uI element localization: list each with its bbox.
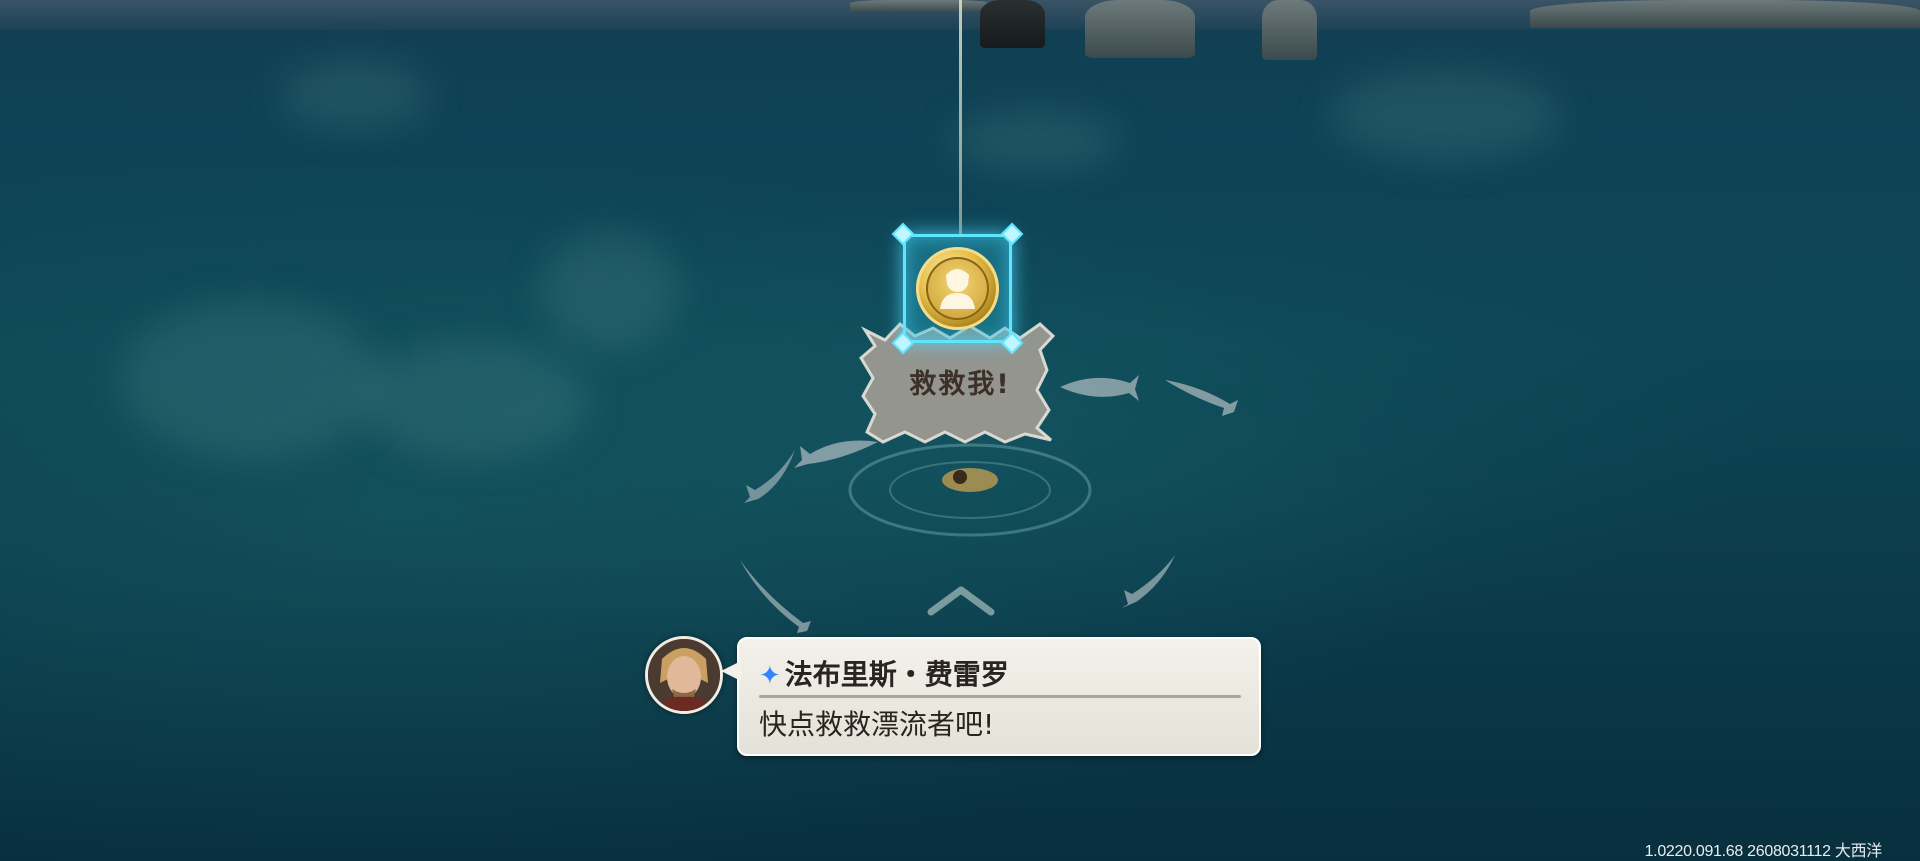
chevron-up-icon[interactable] [925,582,997,618]
dialogue-divider [759,695,1241,698]
sea-stack-rock [1262,0,1317,60]
distant-island [1530,0,1920,28]
sea-stack-rock [1085,0,1195,58]
shark [1122,555,1175,608]
shallow-reef [280,60,430,130]
survivor-portrait-icon [916,247,999,330]
sunken-ship [980,0,1045,48]
speaker-name-text: 法布里斯・费雷罗 [784,658,1009,691]
dialogue-box[interactable]: ✦ 法布里斯・费雷罗 快点救救漂流者吧! [721,637,1261,756]
shark [744,450,795,503]
shallow-reef [540,230,680,350]
survivor-target-marker[interactable] [891,222,1024,355]
shout-text: 救救我! [909,369,1011,400]
shark [740,560,811,633]
light-beam [959,0,962,235]
speaker-avatar [645,636,723,714]
shallow-reef [120,300,380,460]
shark [1060,375,1139,401]
shallow-reef [360,340,590,460]
version-info: 1.0220.091.68 2608031112 大西洋 [1644,843,1883,860]
speaker-name: ✦ 法布里斯・费雷罗 [759,653,1009,693]
dialogue-line: 快点救救漂流者吧! [759,708,995,741]
speaker-star-icon: ✦ [759,661,781,691]
shark [1165,380,1238,416]
distant-rock [850,0,990,12]
shallow-reef [1330,70,1560,160]
shallow-reef [950,110,1120,170]
bubble-tail [721,661,741,681]
